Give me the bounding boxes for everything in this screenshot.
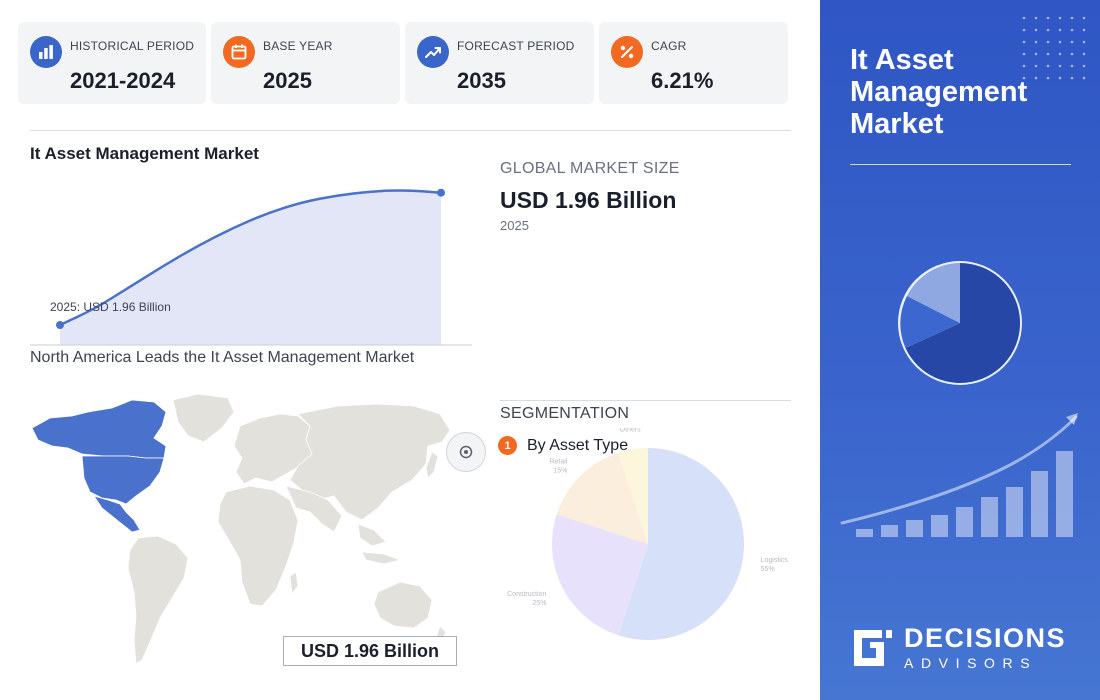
trend-up-icon <box>417 36 449 68</box>
segmentation-label: SEGMENTATION <box>500 405 630 422</box>
greenland <box>172 393 235 443</box>
stat-label: BASE YEAR <box>263 39 333 53</box>
sidebar-panel: It Asset Management Market DECISIONS ADV… <box>820 0 1100 700</box>
decoration-dot <box>1046 16 1050 20</box>
decoration-dot <box>1022 28 1026 32</box>
logo-subtitle: ADVISORS <box>904 655 1038 671</box>
south-america <box>127 535 189 665</box>
stat-value: 2021-2024 <box>70 68 176 93</box>
continents-grey <box>127 393 451 665</box>
bar-chart-icon <box>30 36 62 68</box>
decoration-dot <box>1082 40 1086 44</box>
decoration-bar <box>956 507 973 537</box>
pie-label-pct: 55% <box>761 566 775 573</box>
decoration-dot <box>1070 28 1074 32</box>
pie-chart-decoration <box>898 261 1022 385</box>
decoration-bar <box>1056 451 1073 537</box>
decoration-dot <box>1046 40 1050 44</box>
stat-card-cagr: CAGR 6.21% <box>599 22 788 104</box>
market-chart-title: It Asset Management Market <box>30 144 259 163</box>
australia <box>373 581 433 629</box>
divider <box>30 130 791 131</box>
decoration-dot <box>1046 28 1050 32</box>
chart-area-fill <box>60 190 441 345</box>
stat-label: FORECAST PERIOD <box>457 39 575 53</box>
decoration-bar <box>906 520 923 537</box>
divider <box>500 400 791 401</box>
logo-wordmark: DECISIONS <box>904 623 1067 653</box>
decoration-dot <box>1070 16 1074 20</box>
madagascar <box>289 571 299 596</box>
growth-bars-decoration <box>840 413 1078 537</box>
se-asia <box>357 523 387 547</box>
panel-title: It Asset Management Market <box>850 44 1028 140</box>
decoration-bar <box>856 529 873 537</box>
pie-label-pct: 15% <box>553 467 567 474</box>
stat-card-historical-period: HISTORICAL PERIOD 2021-2024 <box>18 22 206 104</box>
pie-label-name: Construction <box>507 591 546 598</box>
percent-icon <box>611 36 643 68</box>
segmentation-item[interactable]: 1 By Asset Type <box>498 436 628 455</box>
decoration-dot <box>1034 40 1038 44</box>
decoration-dot <box>1022 40 1026 44</box>
chart-annotation: 2025: USD 1.96 Billion <box>50 300 171 314</box>
decoration-dot <box>1058 28 1062 32</box>
decoration-dot <box>1082 64 1086 68</box>
decoration-dot <box>1070 40 1074 44</box>
decoration-dot <box>1082 28 1086 32</box>
decoration-dot <box>1082 16 1086 20</box>
decoration-bar <box>981 497 998 537</box>
decoration-dot <box>1034 28 1038 32</box>
decoration-dot <box>1058 40 1062 44</box>
chart-point <box>437 188 445 197</box>
pie-label-pct: 25% <box>532 600 546 607</box>
logo-mark-icon <box>854 630 892 666</box>
decoration-dot <box>1082 76 1086 80</box>
stat-value: 2035 <box>457 68 506 93</box>
indonesia <box>361 551 402 565</box>
decoration-dot <box>1034 16 1038 20</box>
mexico <box>93 495 141 533</box>
map-section-title: North America Leads the It Asset Managem… <box>30 349 415 366</box>
panel-divider <box>850 164 1071 165</box>
segmentation-pie-chart: Logistics 55% Construction 25% Retail 15% Othe… <box>507 428 789 640</box>
pie-label-name: Retail <box>549 458 567 465</box>
stat-label: CAGR <box>651 39 687 53</box>
global-market-size-label: GLOBAL MARKET SIZE <box>500 160 680 177</box>
map-market-value: USD 1.96 Billion <box>283 636 457 666</box>
stat-label: HISTORICAL PERIOD <box>70 39 195 53</box>
global-market-size-value: USD 1.96 Billion <box>500 187 677 213</box>
north-america-highlight <box>31 399 167 533</box>
decoration-bar <box>1031 471 1048 537</box>
pie-label-name: Logistics <box>761 557 789 564</box>
decoration-dot <box>1082 52 1086 56</box>
stat-value: 2025 <box>263 68 312 93</box>
decoration-dot <box>1022 16 1026 20</box>
decoration-bar <box>931 515 948 537</box>
segment-label: By Asset Type <box>527 436 629 454</box>
japan <box>425 451 439 479</box>
stat-value: 6.21% <box>651 68 714 93</box>
decoration-bar <box>1006 487 1023 537</box>
stat-card-forecast-period: FORECAST PERIOD 2035 <box>405 22 594 104</box>
africa <box>217 485 299 607</box>
map-region-marker[interactable] <box>446 432 486 472</box>
global-market-size-year: 2025 <box>500 218 529 233</box>
calendar-icon <box>223 36 255 68</box>
target-icon <box>459 445 473 459</box>
segment-number-badge: 1 <box>498 436 517 455</box>
market-growth-chart: 2025: USD 1.96 Billion <box>30 188 472 346</box>
decisions-advisors-logo: DECISIONS ADVISORS <box>850 624 1066 672</box>
pie-label-name: Others <box>620 428 642 433</box>
chart-point <box>56 321 64 329</box>
decoration-bar <box>881 525 898 537</box>
canada <box>31 399 167 459</box>
stat-card-base-year: BASE YEAR 2025 <box>211 22 400 104</box>
decoration-dot <box>1058 16 1062 20</box>
